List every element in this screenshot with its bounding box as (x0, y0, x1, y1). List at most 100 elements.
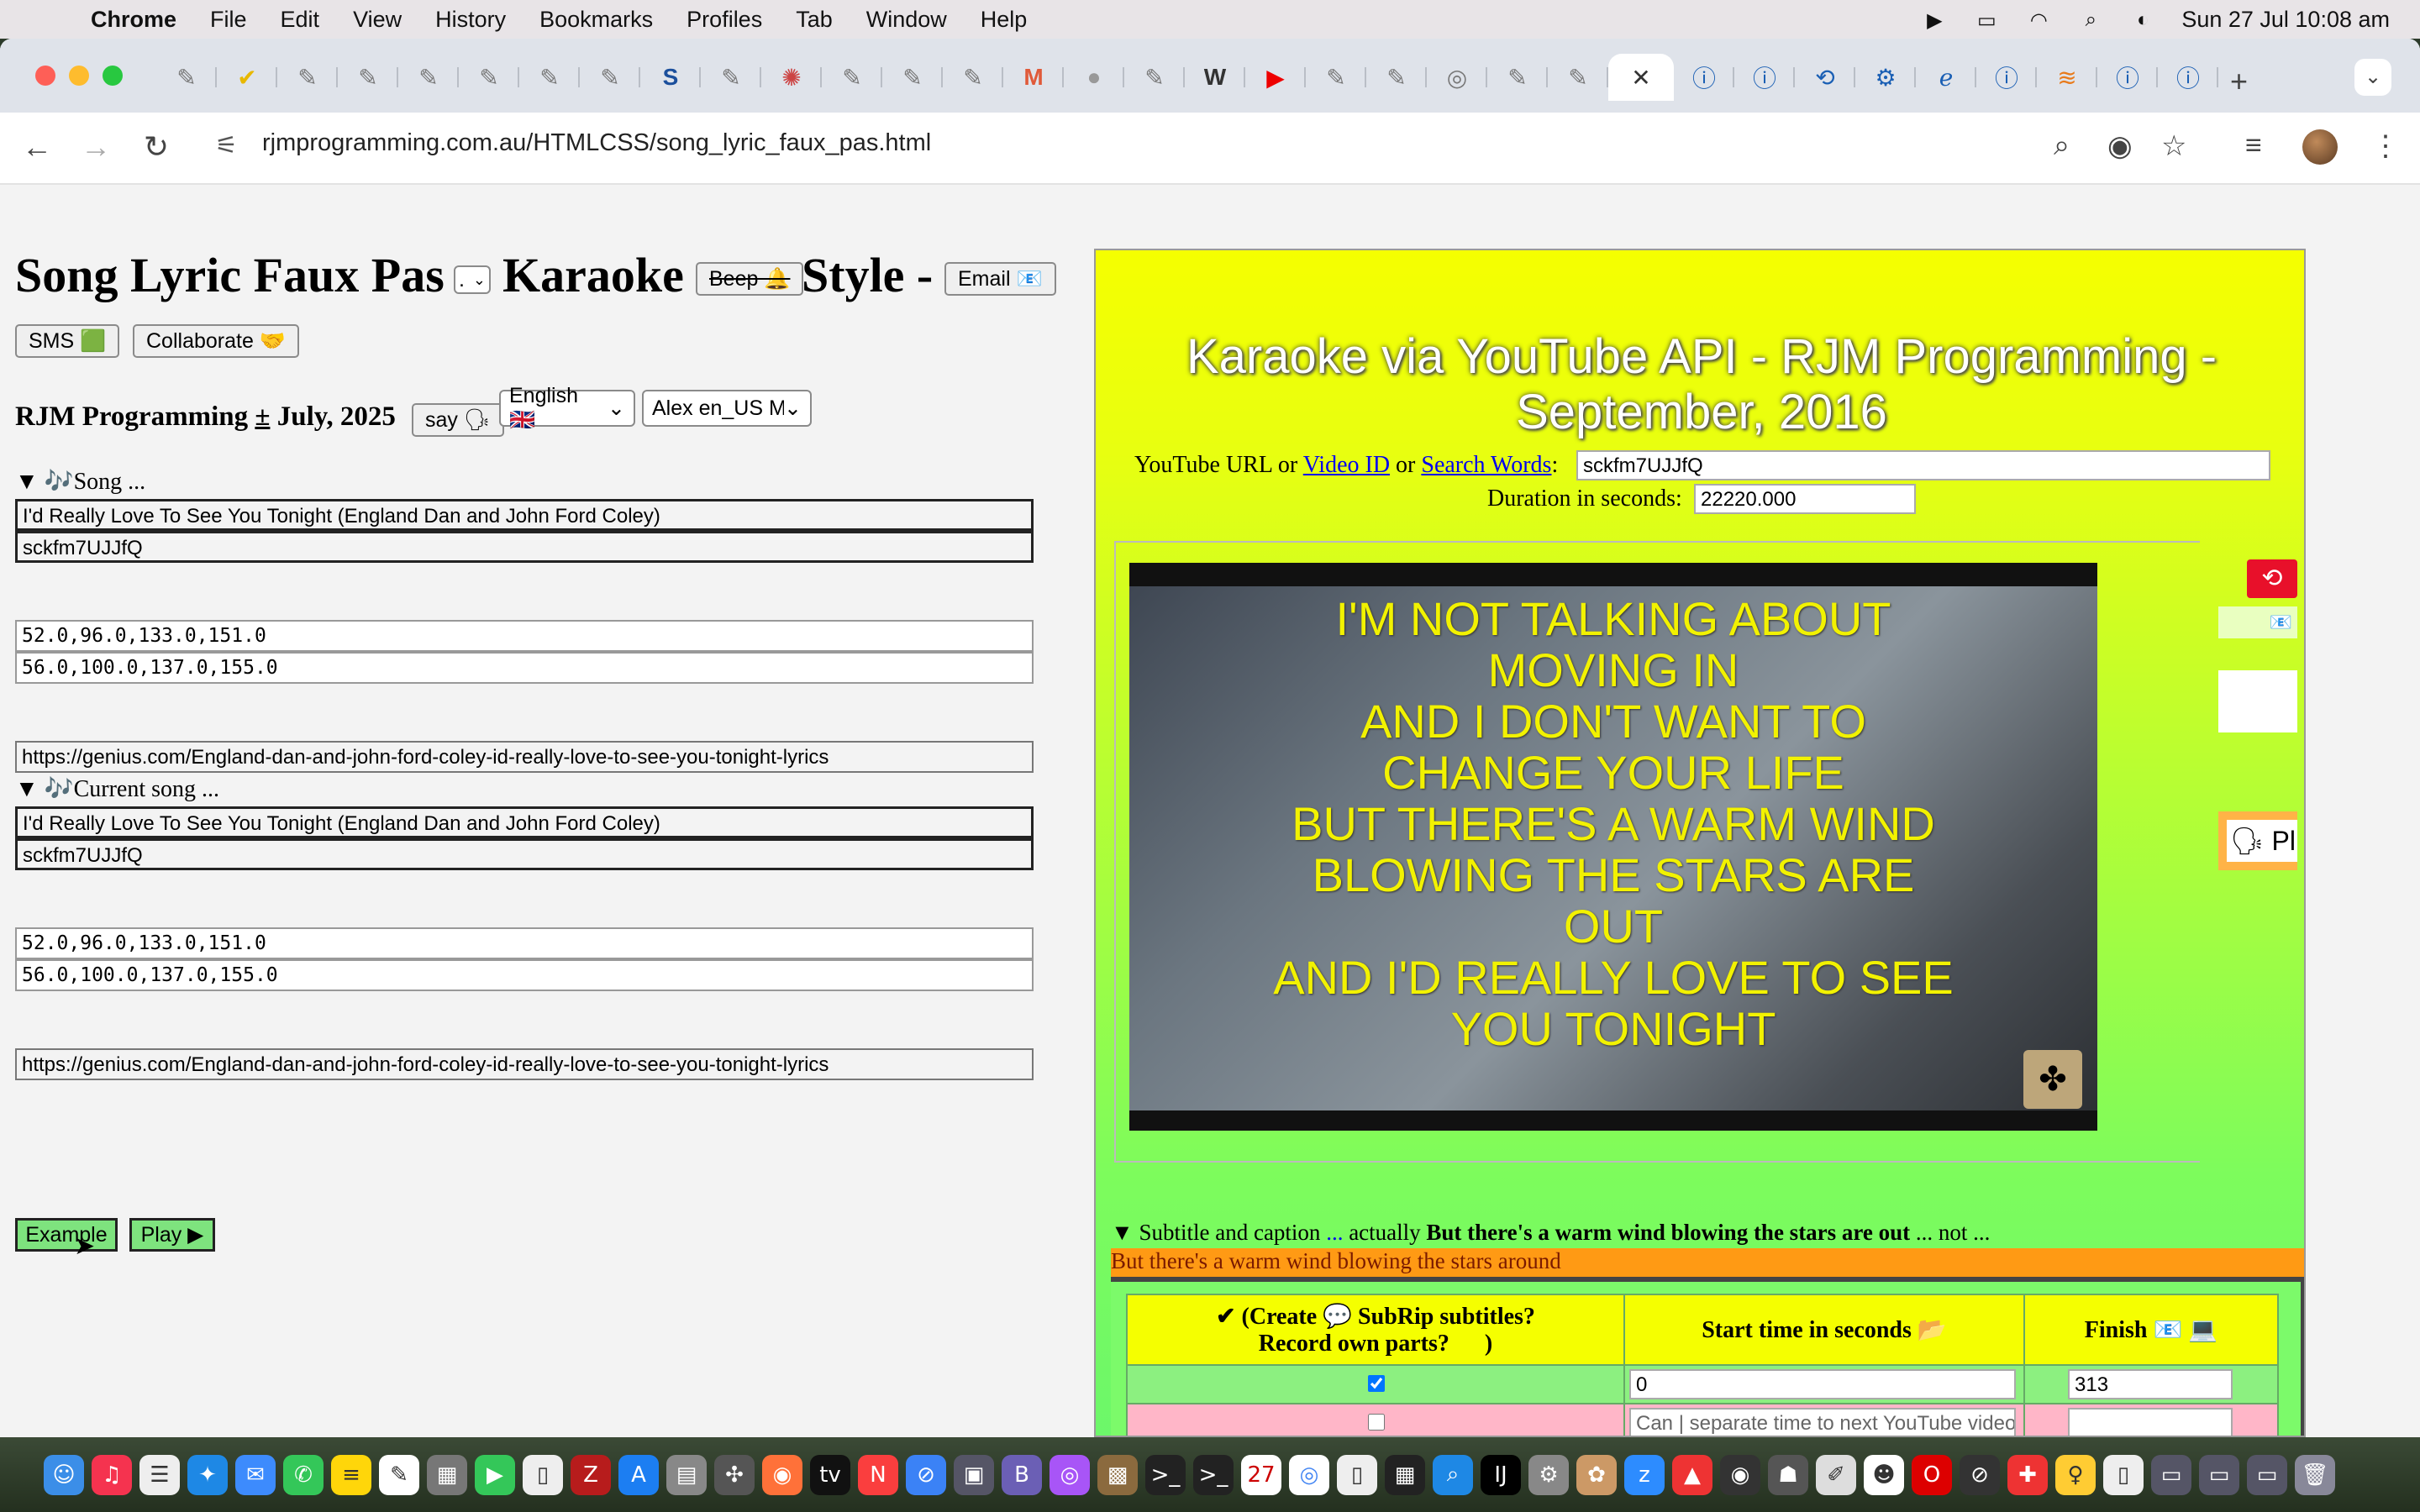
tab[interactable]: ⓘ (1674, 54, 1734, 101)
close-window-button[interactable] (35, 66, 55, 86)
facetime-icon[interactable]: ▶ (475, 1454, 515, 1495)
eye-icon[interactable]: ◉ (2107, 129, 2133, 163)
say-button[interactable]: say 🗣 (412, 403, 504, 437)
messages-icon[interactable]: ✆ (283, 1454, 324, 1495)
menu-window[interactable]: Window (866, 7, 947, 33)
tab[interactable]: ✎ (1124, 54, 1185, 101)
menu-file[interactable]: File (210, 7, 247, 33)
email-icon[interactable]: 📧 (2218, 606, 2297, 638)
spotlight-search-icon[interactable]: ⌕ (2077, 8, 2104, 31)
tab[interactable]: ✔ (217, 54, 277, 101)
menu-edit[interactable]: Edit (281, 7, 320, 33)
calendar-icon[interactable]: 27 (1241, 1454, 1281, 1495)
tab[interactable]: ✎ (1487, 54, 1548, 101)
finder-icon[interactable]: ☺ (44, 1454, 84, 1495)
youtube-url-input[interactable]: sckfm7UJJfQ (1576, 450, 2270, 480)
search-words-link[interactable]: Search Words (1421, 452, 1551, 478)
current-video-id-field[interactable]: sckfm7UJJfQ (15, 838, 1034, 870)
freeform-icon[interactable]: ✎ (379, 1454, 419, 1495)
tab[interactable]: W (1185, 54, 1245, 101)
control-center-icon[interactable]: ◐ (2129, 8, 2156, 31)
close-tab-icon[interactable]: ✕ (1631, 64, 1650, 92)
menu-view[interactable]: View (353, 7, 402, 33)
start-time-input[interactable]: 0 (1629, 1369, 2016, 1399)
safari-icon[interactable]: ✦ (187, 1454, 228, 1495)
beep-button[interactable]: Beep 🔔 (696, 262, 804, 296)
menu-help[interactable]: Help (981, 7, 1028, 33)
video-id-field[interactable]: sckfm7UJJfQ (15, 531, 1034, 563)
create-link[interactable]: Create (1249, 1304, 1317, 1330)
archive-icon[interactable]: ▩ (1097, 1454, 1138, 1495)
current-start-times-textarea[interactable]: 52.0,96.0,133.0,151.0 (15, 927, 1034, 959)
subtitle-ellipsis-link[interactable]: ... (1326, 1220, 1343, 1245)
tab[interactable]: ✎ (1548, 54, 1608, 101)
language-select[interactable]: English 🇬🇧 ⌄ (499, 384, 635, 432)
zoom-icon[interactable]: ⌕ (2054, 129, 2070, 162)
voice-select[interactable]: Alex en_US Mo ⌄ (642, 390, 812, 427)
end-times-textarea[interactable]: 56.0,100.0,137.0,155.0 (15, 652, 1034, 684)
console-icon[interactable]: ▦ (1385, 1454, 1425, 1495)
current-end-times-textarea[interactable]: 56.0,100.0,137.0,155.0 (15, 959, 1034, 991)
tab[interactable]: ✎ (580, 54, 640, 101)
tab[interactable]: ≋ (2037, 54, 2097, 101)
minimize-window-button[interactable] (69, 66, 89, 86)
tab[interactable]: ⓘ (1976, 54, 2037, 101)
collaborate-button[interactable]: Collaborate 🤝 (133, 324, 299, 358)
tab-search-chevron-icon[interactable]: ⌄ (2354, 59, 2391, 96)
address-bar[interactable]: rjmprogramming.com.au/HTMLCSS/song_lyric… (262, 129, 931, 157)
zoom-icon[interactable]: z (1624, 1454, 1665, 1495)
cat-icon[interactable]: ☻ (1864, 1454, 1904, 1495)
tab[interactable]: ✎ (277, 54, 338, 101)
utility-icon[interactable]: ✣ (714, 1454, 755, 1495)
sms-button[interactable]: SMS 🟩 (15, 324, 120, 358)
subtitles-link[interactable]: subtitles (1439, 1304, 1523, 1330)
compass-icon[interactable]: ⊘ (906, 1454, 946, 1495)
speak-play-button[interactable]: 🗣 Pl (2227, 820, 2297, 862)
example-button[interactable]: Example (15, 1218, 118, 1252)
downloads-icon[interactable]: ▯ (2103, 1454, 2144, 1495)
tab[interactable]: ✎ (882, 54, 943, 101)
wifi-icon[interactable]: ◠ (2025, 8, 2052, 32)
tab[interactable]: ◎ (1427, 54, 1487, 101)
tab[interactable]: ✺ (761, 54, 822, 101)
reminders-icon[interactable]: ☰ (139, 1454, 180, 1495)
filemaker-icon[interactable]: ✚ (2007, 1454, 2048, 1495)
folder-icon[interactable]: ▭ (2151, 1454, 2191, 1495)
pinwheel-icon[interactable]: ✿ (1576, 1454, 1617, 1495)
tab[interactable]: ✎ (822, 54, 882, 101)
music-icon[interactable]: ♫ (92, 1454, 132, 1495)
song-details-summary[interactable]: ▼ 🎶Song ... (15, 467, 145, 496)
folder-2-icon[interactable]: ▭ (2199, 1454, 2239, 1495)
tab-active[interactable]: ✕ (1608, 54, 1674, 101)
terminal-icon[interactable]: >_ (1145, 1454, 1186, 1495)
menu-bookmarks[interactable]: Bookmarks (539, 7, 653, 33)
menu-app-chrome[interactable]: Chrome (91, 7, 176, 33)
bbedit-icon[interactable]: B (1002, 1454, 1042, 1495)
bookmark-star-icon[interactable]: ☆ (2161, 129, 2186, 163)
zoom-window-button[interactable] (103, 66, 123, 86)
profile-avatar[interactable] (2302, 129, 2338, 165)
reload-icon[interactable]: ↻ (138, 129, 175, 165)
tab[interactable]: M (1003, 54, 1064, 101)
menu-tab[interactable]: Tab (796, 7, 833, 33)
filezilla-icon[interactable]: Z (571, 1454, 611, 1495)
byline-plusminus[interactable]: ± (255, 402, 270, 432)
tab[interactable]: ✎ (338, 54, 398, 101)
tab[interactable]: ✎ (398, 54, 459, 101)
magnifier-icon[interactable]: ⌕ (1433, 1454, 1473, 1495)
title-select[interactable]: . ⌄ (454, 265, 491, 294)
media-control-icon[interactable]: ≡ (2245, 129, 2262, 162)
app-store-icon[interactable]: A (618, 1454, 659, 1495)
refresh-icon[interactable]: ⟲ (2247, 559, 2297, 598)
menu-history[interactable]: History (435, 7, 506, 33)
tab[interactable]: ⓘ (2158, 54, 2218, 101)
video-id-link[interactable]: Video ID (1303, 452, 1390, 478)
tusk-icon[interactable]: ☗ (1768, 1454, 1808, 1495)
start-time-input[interactable]: Can | separate time to next YouTube vide… (1629, 1408, 2016, 1436)
current-song-title-field[interactable]: I'd Really Love To See You Tonight (Engl… (15, 806, 1034, 838)
email-button[interactable]: Email 📧 (944, 262, 1056, 296)
youtube-video-player[interactable]: I'M NOT TALKING ABOUT MOVING IN AND I DO… (1129, 563, 2097, 1131)
tab[interactable]: ✎ (1306, 54, 1366, 101)
document-icon[interactable]: ▯ (523, 1454, 563, 1495)
start-times-textarea[interactable]: 52.0,96.0,133.0,151.0 (15, 620, 1034, 652)
